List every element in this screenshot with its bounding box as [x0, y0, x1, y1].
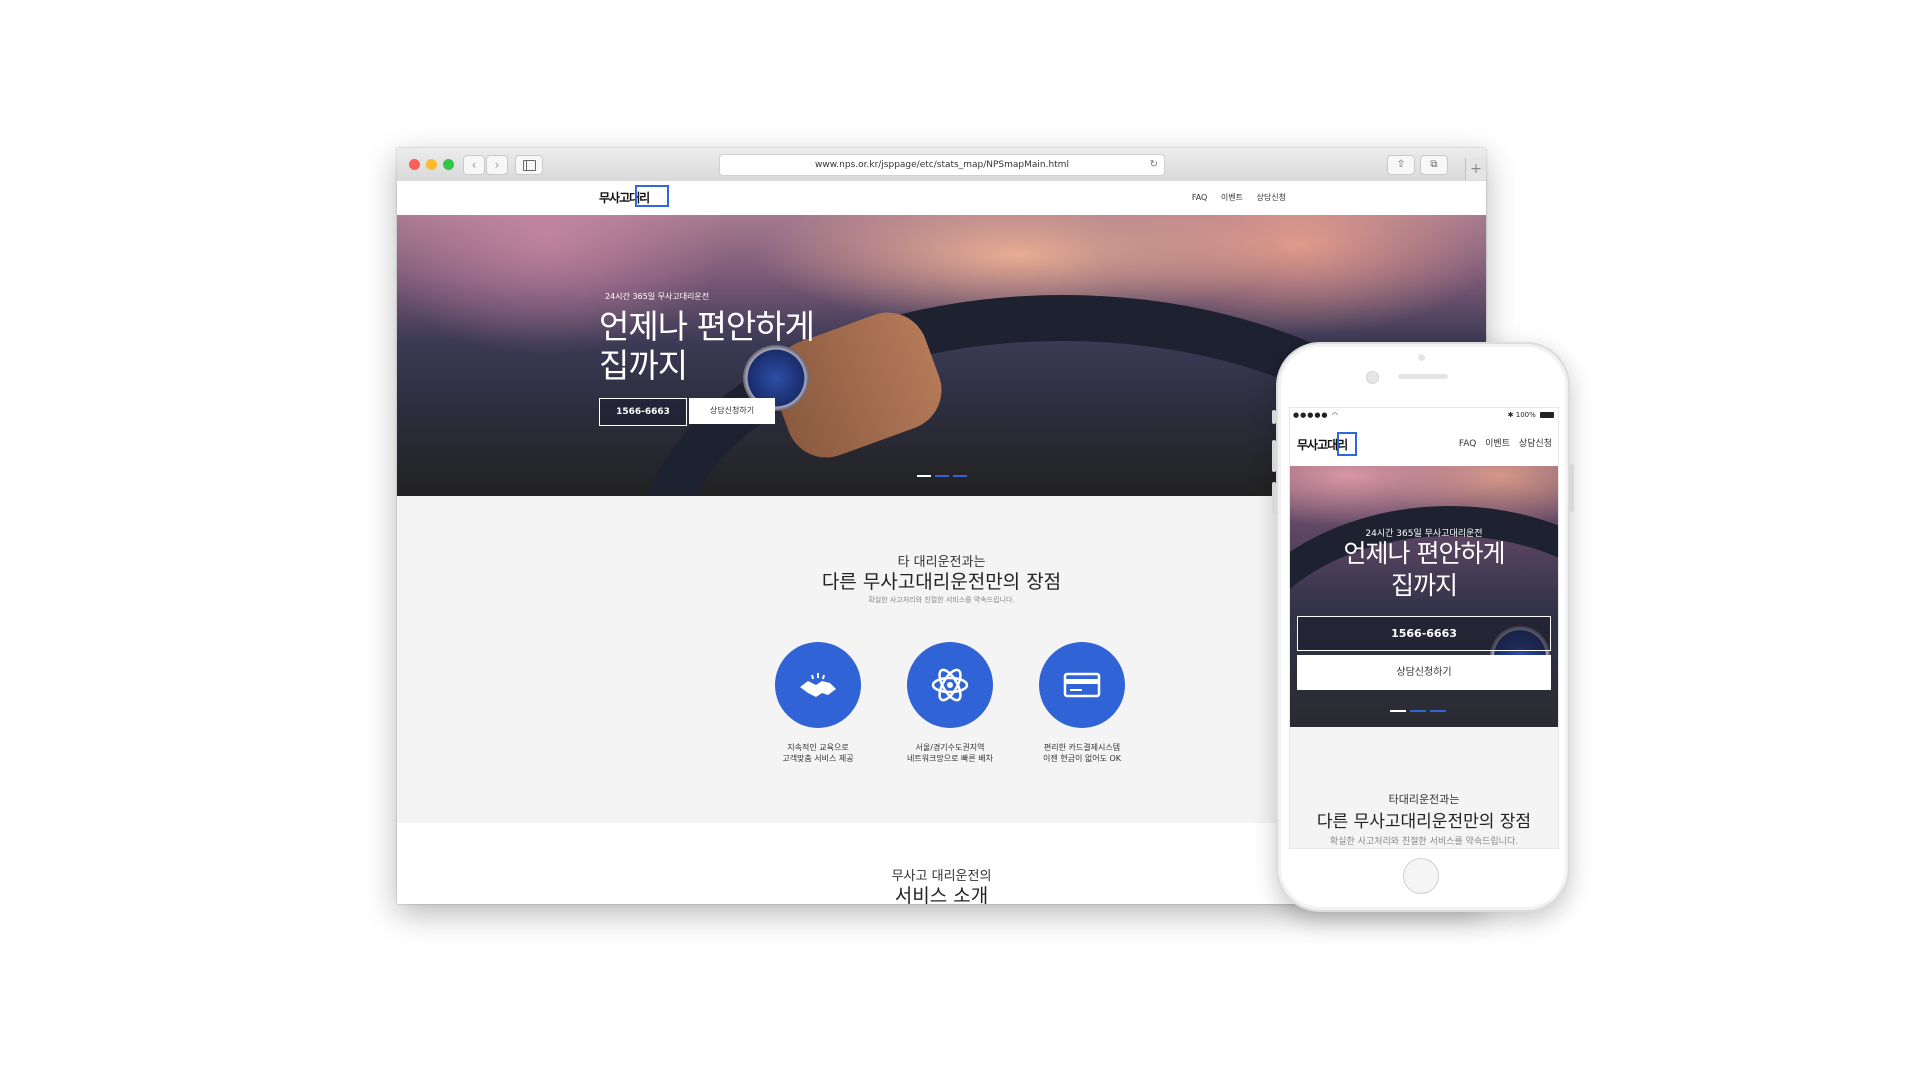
phone-call-button[interactable]: 1566-6663	[599, 398, 687, 426]
site-nav: FAQ 이벤트 상담신청	[1181, 192, 1286, 203]
sidebar-toggle-icon[interactable]	[515, 155, 543, 175]
phone-volume-up	[1272, 440, 1276, 472]
mobile-logo-box-mark	[1337, 432, 1357, 456]
hero-title: 언제나 편안하게 집까지	[599, 307, 815, 385]
maximize-window-button[interactable]	[443, 159, 454, 170]
phone-speaker	[1398, 374, 1448, 379]
mobile-site-nav: FAQ 이벤트 상담신청	[1453, 436, 1552, 449]
site-header: 무사고대리 FAQ 이벤트 상담신청	[397, 181, 1486, 216]
atom-network-icon	[907, 642, 993, 728]
back-button[interactable]: ‹	[463, 155, 485, 175]
signal-wifi-icon: ●●●●● ◠	[1293, 411, 1339, 419]
feature-card-line1: 편리한 카드결제시스템	[1043, 743, 1121, 752]
mobile-slide-indicator-2[interactable]	[1410, 710, 1426, 712]
slide-indicator-3[interactable]	[953, 475, 967, 477]
mobile-phone-call-button[interactable]: 1566-6663	[1297, 616, 1551, 651]
mobile-hero-title: 언제나 편안하게 집까지	[1343, 539, 1506, 600]
mobile-slide-indicator-3[interactable]	[1430, 710, 1446, 712]
mobile-slide-indicator-1[interactable]	[1390, 710, 1406, 712]
site-logo[interactable]: 무사고대리	[599, 185, 669, 207]
mobile-advantages-description: 확실한 사고처리와 친절한 서비스를 약속드립니다.	[1329, 837, 1519, 847]
feature-education: 지속적인 교육으로 고객맞춤 서비스 제공	[753, 642, 883, 764]
feature-card-payment: 편리한 카드결제시스템 이젠 현금이 없어도 OK	[1017, 642, 1147, 764]
close-window-button[interactable]	[409, 159, 420, 170]
mobile-consult-request-button[interactable]: 상담신청하기	[1297, 655, 1551, 690]
battery-icon	[1540, 412, 1554, 418]
feature-card-line2: 이젠 현금이 없어도 OK	[1042, 754, 1122, 763]
phone-sensor	[1418, 354, 1425, 361]
feature-education-line2: 고객맞춤 서비스 제공	[782, 754, 854, 763]
tabs-overview-icon[interactable]: ⧉	[1420, 155, 1448, 175]
mobile-advantages-subheading: 타대리운전과는	[1388, 793, 1460, 806]
mobile-nav-faq[interactable]: FAQ	[1459, 439, 1476, 449]
front-camera-icon	[1366, 371, 1379, 384]
reload-icon[interactable]: ↻	[1150, 155, 1158, 175]
credit-card-icon	[1039, 642, 1125, 728]
consult-request-button[interactable]: 상담신청하기	[689, 398, 775, 424]
logo-box-mark	[635, 185, 669, 207]
status-bar: ●●●●● ◠ ✱ 100%	[1290, 408, 1558, 422]
mobile-nav-event[interactable]: 이벤트	[1485, 439, 1510, 449]
mobile-advantages-section: 타대리운전과는 다른 무사고대리운전만의 장점 확실한 사고처리와 친절한 서비…	[1290, 727, 1558, 848]
mobile-nav-consult[interactable]: 상담신청	[1519, 439, 1552, 449]
mobile-advantages-heading: 다른 무사고대리운전만의 장점	[1316, 812, 1532, 832]
forward-button[interactable]: ›	[486, 155, 508, 175]
phone-mute-switch	[1272, 410, 1276, 424]
share-icon[interactable]: ⇧	[1387, 155, 1415, 175]
mobile-hero-banner: 24시간 365일 무사고대리운전 언제나 편안하게 집까지 1566-6663…	[1290, 466, 1558, 727]
mobile-screen: ●●●●● ◠ ✱ 100% 무사고대리 FAQ 이벤트 상담신청 24시간 3…	[1289, 407, 1559, 849]
feature-network-line2: 네트워크망으로 빠른 배차	[906, 754, 994, 763]
minimize-window-button[interactable]	[426, 159, 437, 170]
url-text: www.nps.or.kr/jsppage/etc/stats_map/NPSm…	[815, 160, 1069, 170]
slide-indicator-1[interactable]	[917, 475, 931, 477]
browser-toolbar: ‹ › www.nps.or.kr/jsppage/etc/stats_map/…	[397, 148, 1486, 182]
nav-event[interactable]: 이벤트	[1221, 193, 1243, 202]
phone-power-button	[1570, 464, 1574, 512]
feature-network: 서울/경기수도권지역 네트워크망으로 빠른 배차	[885, 642, 1015, 764]
battery-status: ✱ 100%	[1508, 411, 1554, 419]
phone-volume-down	[1272, 482, 1276, 514]
mobile-site-header: 무사고대리 FAQ 이벤트 상담신청	[1290, 422, 1558, 467]
hero-subtitle: 24시간 365일 무사고대리운전	[605, 292, 710, 301]
handshake-icon	[775, 642, 861, 728]
slide-indicator-2[interactable]	[935, 475, 949, 477]
mobile-phone-mockup: ●●●●● ◠ ✱ 100% 무사고대리 FAQ 이벤트 상담신청 24시간 3…	[1272, 342, 1574, 912]
address-bar[interactable]: www.nps.or.kr/jsppage/etc/stats_map/NPSm…	[719, 154, 1165, 176]
feature-education-line1: 지속적인 교육으로	[787, 743, 849, 752]
new-tab-button[interactable]: +	[1465, 158, 1486, 180]
home-button[interactable]	[1403, 858, 1439, 894]
nav-consult[interactable]: 상담신청	[1257, 193, 1286, 202]
nav-faq[interactable]: FAQ	[1192, 193, 1208, 202]
feature-network-line1: 서울/경기수도권지역	[915, 743, 985, 752]
mobile-site-logo[interactable]: 무사고대리	[1297, 432, 1357, 456]
